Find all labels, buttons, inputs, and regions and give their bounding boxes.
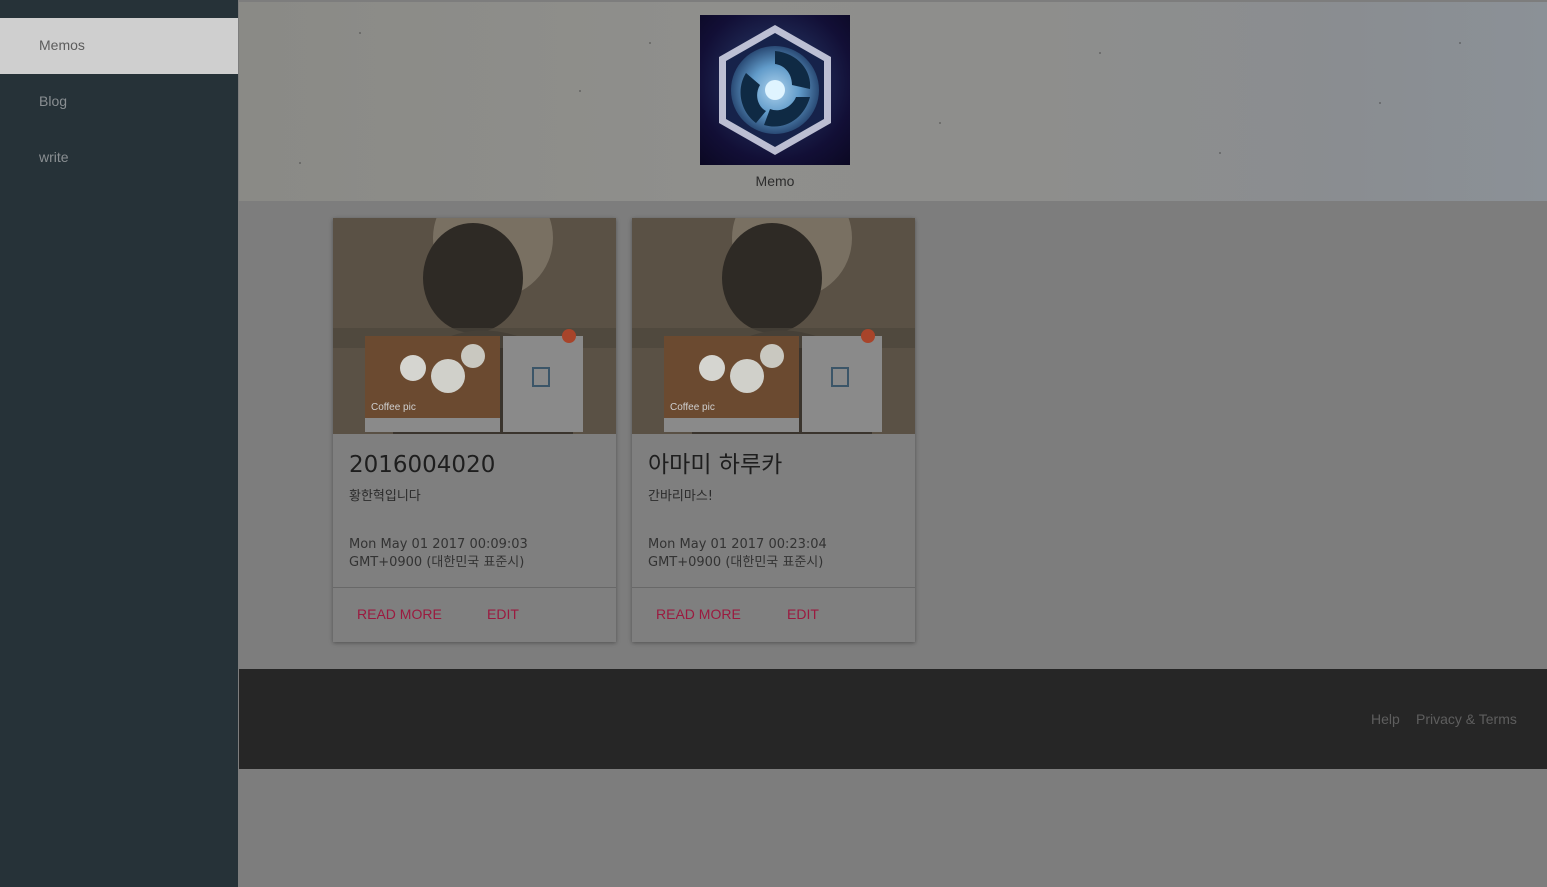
footer-privacy-link[interactable]: Privacy & Terms bbox=[1416, 711, 1517, 727]
image-caption: Coffee pic bbox=[670, 402, 715, 413]
card-excerpt: 황한혁입니다 bbox=[349, 489, 421, 504]
sidebar-item-memos[interactable]: Memos bbox=[0, 18, 238, 74]
memo-card: Coffee pic 2016004020 황한혁입니다 Mon May 01 … bbox=[333, 218, 616, 642]
main-content: Memo Coffee pic 2016004020 황한혁입니다 Mon Ma… bbox=[239, 0, 1547, 887]
edit-button[interactable]: EDIT bbox=[787, 606, 819, 622]
sidebar-item-write[interactable]: write bbox=[0, 130, 238, 186]
card-date: Mon May 01 2017 00:09:03 GMT+0900 (대한민국 … bbox=[349, 537, 528, 570]
card-image: Coffee pic bbox=[632, 218, 915, 434]
card-actions: READ MORE EDIT bbox=[333, 587, 616, 642]
card-date: Mon May 01 2017 00:23:04 GMT+0900 (대한민국 … bbox=[648, 537, 827, 570]
sidebar-item-blog[interactable]: Blog bbox=[0, 74, 238, 130]
image-caption: Coffee pic bbox=[371, 402, 416, 413]
read-more-button[interactable]: READ MORE bbox=[656, 606, 741, 622]
memo-card: Coffee pic 아마미 하루카 간바리마스! Mon May 01 201… bbox=[632, 218, 915, 642]
sidebar: Memos Blog write bbox=[0, 0, 238, 887]
card-title: 아마미 하루카 bbox=[648, 452, 783, 478]
footer-help-link[interactable]: Help bbox=[1371, 711, 1400, 727]
header-banner: Memo bbox=[239, 2, 1547, 201]
footer: Help Privacy & Terms bbox=[239, 669, 1547, 769]
sidebar-top-strip bbox=[0, 0, 238, 18]
card-actions: READ MORE EDIT bbox=[632, 587, 915, 642]
edit-button[interactable]: EDIT bbox=[487, 606, 519, 622]
card-title: 2016004020 bbox=[349, 452, 496, 478]
heroes-hexagon-logo-icon[interactable] bbox=[700, 15, 850, 165]
card-excerpt: 간바리마스! bbox=[648, 489, 714, 504]
card-image: Coffee pic bbox=[333, 218, 616, 434]
brand-title: Memo bbox=[755, 173, 795, 189]
read-more-button[interactable]: READ MORE bbox=[357, 606, 442, 622]
